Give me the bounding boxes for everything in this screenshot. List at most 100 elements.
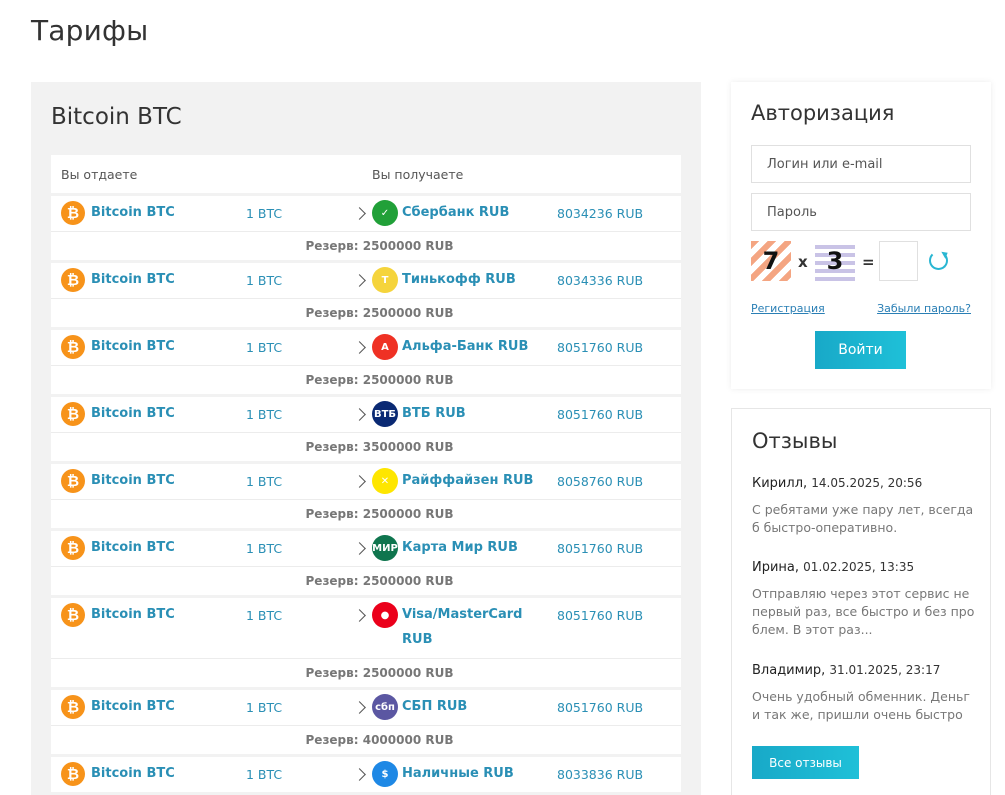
- from-currency-name[interactable]: Bitcoin BTC: [91, 766, 175, 781]
- to-currency-name[interactable]: Карта Мир RUB: [402, 535, 518, 560]
- to-currency-name[interactable]: Альфа-Банк RUB: [402, 334, 528, 359]
- from-currency-name[interactable]: Bitcoin BTC: [91, 473, 175, 488]
- bitcoin-icon: ₿: [61, 695, 85, 719]
- review-item: Ирина, 01.02.2025, 13:35 Отправляю через…: [752, 560, 977, 639]
- rate-entry: ₿ Bitcoin BTC 1 BTC А Альфа-Банк RUB 8051760 …: [51, 330, 681, 394]
- rate-row[interactable]: ₿ Bitcoin BTC 1 BTC ✕ Райффайзен RUB 8058760 …: [51, 464, 681, 499]
- header-give: Вы отдаете: [61, 167, 138, 182]
- from-currency-name[interactable]: Bitcoin BTC: [91, 540, 175, 555]
- auth-panel: Авторизация 7 x 3 = Регистрация Забыли п…: [731, 82, 991, 389]
- from-currency-name[interactable]: Bitcoin BTC: [91, 339, 175, 354]
- login-input[interactable]: [751, 145, 971, 183]
- chevron-right-icon: [353, 609, 366, 622]
- rate-row[interactable]: ₿ Bitcoin BTC 1 BTC МИР Карта Мир RUB 8051760…: [51, 531, 681, 566]
- rate-entry: ₿ Bitcoin BTC 1 BTC $ Наличные RUB 8033836 RU…: [51, 757, 681, 792]
- cash-icon: $: [372, 761, 398, 787]
- reserve-amount: Резерв: 2500000 RUB: [51, 231, 681, 260]
- rate-row[interactable]: ₿ Bitcoin BTC 1 BTC Т Тинькофф RUB 8034336 RU…: [51, 263, 681, 298]
- review-date: 14.05.2025, 20:56: [811, 476, 923, 490]
- rate-row[interactable]: ₿ Bitcoin BTC 1 BTC ВТБ ВТБ RUB 8051760 RUB: [51, 397, 681, 432]
- from-amount: 1 BTC: [246, 700, 283, 715]
- rate-entry: ₿ Bitcoin BTC 1 BTC МИР Карта Мир RUB 8051760…: [51, 531, 681, 595]
- to-currency-name[interactable]: Наличные RUB: [402, 761, 514, 786]
- to-amount: 8058760 RUB: [557, 474, 644, 489]
- review-date: 31.01.2025, 23:17: [829, 663, 941, 677]
- reserve-amount: Резерв: 2500000 RUB: [51, 298, 681, 327]
- chevron-right-icon: [353, 274, 366, 287]
- from-currency-name[interactable]: Bitcoin BTC: [91, 272, 175, 287]
- rate-row[interactable]: ₿ Bitcoin BTC 1 BTC ● Visa/MasterCard RUB 805…: [51, 598, 681, 658]
- review-text: С ребятами уже пару лет, всегда б быстро…: [752, 502, 974, 535]
- chevron-right-icon: [353, 542, 366, 555]
- rate-entry: ₿ Bitcoin BTC 1 BTC ✓ Сбербанк RUB 8034236 RU…: [51, 196, 681, 260]
- to-amount: 8034236 RUB: [557, 206, 644, 221]
- rate-row[interactable]: ₿ Bitcoin BTC 1 BTC сбп СБП RUB 8051760 RUB: [51, 690, 681, 725]
- auth-title: Авторизация: [751, 101, 895, 125]
- from-amount: 1 BTC: [246, 273, 283, 288]
- to-currency-name[interactable]: Visa/MasterCard RUB: [402, 602, 522, 652]
- to-amount: 8033836 RUB: [557, 767, 644, 782]
- refresh-captcha-icon[interactable]: [929, 251, 948, 270]
- sbp-icon: сбп: [372, 694, 398, 720]
- bitcoin-icon: ₿: [61, 469, 85, 493]
- captcha-operator: x: [798, 253, 808, 271]
- from-currency-name[interactable]: Bitcoin BTC: [91, 205, 175, 220]
- login-button[interactable]: Войти: [815, 331, 906, 369]
- bitcoin-icon: ₿: [61, 402, 85, 426]
- from-currency-name[interactable]: Bitcoin BTC: [91, 699, 175, 714]
- chevron-right-icon: [353, 207, 366, 220]
- captcha-equals: =: [862, 253, 875, 271]
- from-currency-name[interactable]: Bitcoin BTC: [91, 607, 175, 622]
- mir-icon: МИР: [372, 535, 398, 561]
- chevron-right-icon: [353, 408, 366, 421]
- captcha-answer-input[interactable]: [879, 241, 918, 281]
- header-get: Вы получаете: [372, 167, 464, 182]
- review-item: Кирилл, 14.05.2025, 20:56 С ребятами уже…: [752, 476, 977, 537]
- rate-row[interactable]: ₿ Bitcoin BTC 1 BTC $ Наличные RUB 8033836 RU…: [51, 757, 681, 792]
- from-currency-name[interactable]: Bitcoin BTC: [91, 406, 175, 421]
- reserve-amount: Резерв: 2500000 RUB: [51, 499, 681, 528]
- reserve-amount: Резерв: 2500000 RUB: [51, 365, 681, 394]
- bitcoin-icon: ₿: [61, 536, 85, 560]
- bitcoin-icon: ₿: [61, 762, 85, 786]
- rate-entry: ₿ Bitcoin BTC 1 BTC Т Тинькофф RUB 8034336 RU…: [51, 263, 681, 327]
- forgot-password-link[interactable]: Забыли пароль?: [877, 302, 971, 315]
- register-link[interactable]: Регистрация: [751, 302, 825, 315]
- rate-row[interactable]: ₿ Bitcoin BTC 1 BTC ✓ Сбербанк RUB 8034236 RU…: [51, 196, 681, 231]
- to-currency-name[interactable]: Райффайзен RUB: [402, 468, 533, 493]
- rate-rows: ₿ Bitcoin BTC 1 BTC ✓ Сбербанк RUB 8034236 RU…: [51, 196, 681, 792]
- to-amount: 8051760 RUB: [557, 407, 644, 422]
- review-item: Владимир, 31.01.2025, 23:17 Очень удобны…: [752, 663, 977, 724]
- rates-table-header: Вы отдаете Вы получаете: [51, 155, 681, 193]
- reviews-panel: Отзывы Кирилл, 14.05.2025, 20:56 С ребят…: [731, 408, 991, 795]
- to-currency-name[interactable]: Тинькофф RUB: [402, 267, 516, 292]
- rate-entry: ₿ Bitcoin BTC 1 BTC ✕ Райффайзен RUB 8058760 …: [51, 464, 681, 528]
- raiffeisen-icon: ✕: [372, 468, 398, 494]
- to-amount: 8034336 RUB: [557, 273, 644, 288]
- to-currency-name[interactable]: Сбербанк RUB: [402, 200, 509, 225]
- reserve-amount: Резерв: 2500000 RUB: [51, 566, 681, 595]
- rate-entry: ₿ Bitcoin BTC 1 BTC ● Visa/MasterCard RUB 805…: [51, 598, 681, 687]
- from-amount: 1 BTC: [246, 474, 283, 489]
- tariffs-panel: Bitcoin BTC Вы отдаете Вы получаете ₿ Bit…: [31, 82, 701, 795]
- chevron-right-icon: [353, 768, 366, 781]
- password-input[interactable]: [751, 193, 971, 231]
- from-amount: 1 BTC: [246, 767, 283, 782]
- review-date: 01.02.2025, 13:35: [803, 560, 915, 574]
- review-text: Отправляю через этот сервис не первый ра…: [752, 586, 975, 637]
- tinkoff-icon: Т: [372, 267, 398, 293]
- sberbank-icon: ✓: [372, 200, 398, 226]
- chevron-right-icon: [353, 341, 366, 354]
- reserve-amount: Резерв: 3500000 RUB: [51, 432, 681, 461]
- rates-table: Вы отдаете Вы получаете ₿ Bitcoin BTC 1 BT…: [51, 155, 681, 792]
- reviews-title: Отзывы: [752, 429, 838, 453]
- to-currency-name[interactable]: СБП RUB: [402, 694, 467, 719]
- currency-heading: Bitcoin BTC: [51, 104, 182, 130]
- to-currency-name[interactable]: ВТБ RUB: [402, 401, 466, 426]
- bitcoin-icon: ₿: [61, 335, 85, 359]
- chevron-right-icon: [353, 701, 366, 714]
- from-amount: 1 BTC: [246, 608, 283, 623]
- rate-row[interactable]: ₿ Bitcoin BTC 1 BTC А Альфа-Банк RUB 8051760 …: [51, 330, 681, 365]
- to-amount: 8051760 RUB: [557, 340, 644, 355]
- all-reviews-button[interactable]: Все отзывы: [752, 746, 859, 779]
